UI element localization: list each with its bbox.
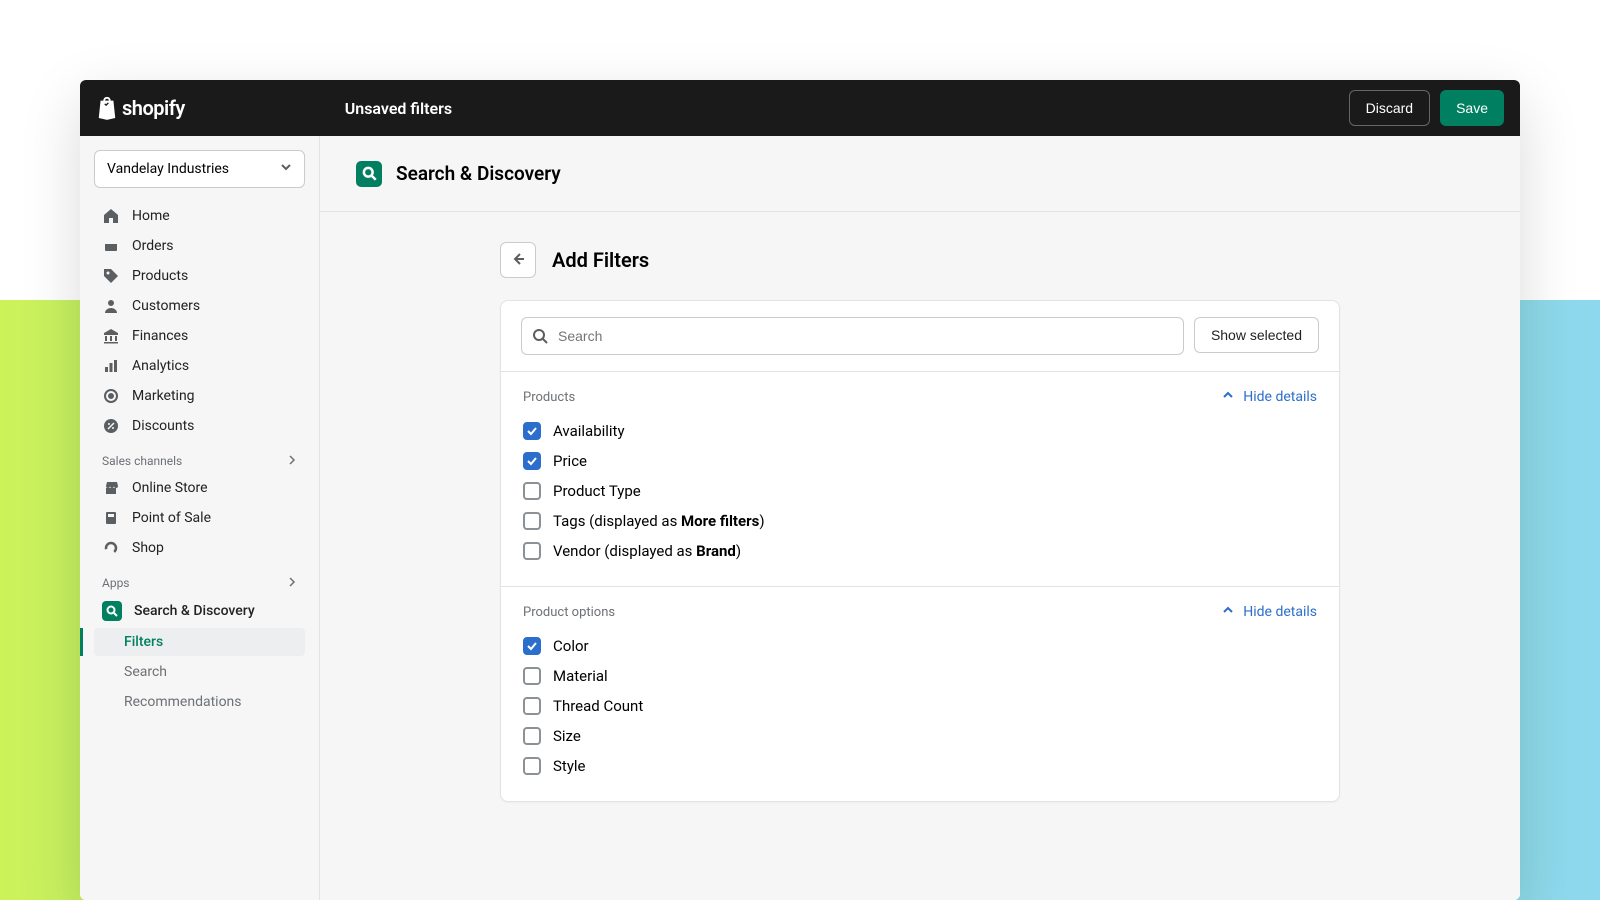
nav-shop[interactable]: Shop [94, 534, 305, 562]
nav-point-of-sale[interactable]: Point of Sale [94, 504, 305, 532]
discount-icon [102, 417, 120, 435]
nav-products[interactable]: Products [94, 262, 305, 290]
nav-search-discovery[interactable]: Search & Discovery [94, 596, 305, 626]
person-icon [102, 297, 120, 315]
nav-marketing[interactable]: Marketing [94, 382, 305, 410]
orders-icon [102, 237, 120, 255]
nav-sub-recommendations[interactable]: Recommendations [94, 688, 305, 716]
back-button[interactable] [500, 242, 536, 278]
checkbox-icon[interactable] [523, 667, 541, 685]
content: Search & Discovery Add Filters [320, 136, 1520, 900]
chevron-up-icon [1221, 388, 1235, 406]
filter-vendor[interactable]: Vendor (displayed as Brand) [523, 536, 1317, 566]
filter-thread-count[interactable]: Thread Count [523, 691, 1317, 721]
search-discovery-app-icon [102, 601, 122, 621]
search-discovery-app-icon [356, 161, 382, 187]
chevron-right-icon[interactable] [287, 454, 297, 468]
filter-size[interactable]: Size [523, 721, 1317, 751]
checkbox-icon[interactable] [523, 697, 541, 715]
save-button[interactable]: Save [1440, 90, 1504, 126]
sidebar: Vandelay Industries Home Orders Products… [80, 136, 320, 900]
page-title: Search & Discovery [396, 162, 561, 185]
checkbox-checked-icon[interactable] [523, 452, 541, 470]
home-icon [102, 207, 120, 225]
apps-label: Apps [94, 564, 305, 594]
topbar: shopify Unsaved filters Discard Save [80, 80, 1520, 136]
show-selected-button[interactable]: Show selected [1194, 317, 1319, 353]
nav-finances[interactable]: Finances [94, 322, 305, 350]
checkbox-icon[interactable] [523, 512, 541, 530]
chevron-down-icon [280, 161, 292, 177]
nav-home[interactable]: Home [94, 202, 305, 230]
bank-icon [102, 327, 120, 345]
search-icon [531, 327, 549, 349]
nav-customers[interactable]: Customers [94, 292, 305, 320]
store-name: Vandelay Industries [107, 161, 229, 177]
hide-details-link[interactable]: Hide details [1221, 388, 1317, 406]
nav-orders[interactable]: Orders [94, 232, 305, 260]
checkbox-icon[interactable] [523, 757, 541, 775]
nav-analytics[interactable]: Analytics [94, 352, 305, 380]
hide-details-link[interactable]: Hide details [1221, 603, 1317, 621]
pos-icon [102, 509, 120, 527]
app-window: shopify Unsaved filters Discard Save Van… [80, 80, 1520, 900]
nav-online-store[interactable]: Online Store [94, 474, 305, 502]
filter-price[interactable]: Price [523, 446, 1317, 476]
checkbox-icon[interactable] [523, 542, 541, 560]
nav-sub-search[interactable]: Search [94, 658, 305, 686]
shopify-logo: shopify [96, 96, 185, 120]
filters-card: Show selected Products Hide details [500, 300, 1340, 802]
target-icon [102, 387, 120, 405]
filter-color[interactable]: Color [523, 631, 1317, 661]
group-products-title: Products [523, 390, 575, 405]
tag-icon [102, 267, 120, 285]
filter-availability[interactable]: Availability [523, 416, 1317, 446]
subheader: Add Filters [500, 242, 1340, 278]
checkbox-icon[interactable] [523, 727, 541, 745]
card-search-row: Show selected [501, 301, 1339, 372]
group-options-title: Product options [523, 605, 615, 620]
filter-tags[interactable]: Tags (displayed as More filters) [523, 506, 1317, 536]
brand-text: shopify [122, 96, 185, 120]
arrow-left-icon [509, 250, 527, 271]
nav-discounts[interactable]: Discounts [94, 412, 305, 440]
nav-sub-filters[interactable]: Filters [94, 628, 305, 656]
topbar-title: Unsaved filters [345, 99, 452, 118]
store-icon [102, 479, 120, 497]
checkbox-checked-icon[interactable] [523, 422, 541, 440]
search-input[interactable] [521, 317, 1184, 355]
filter-product-type[interactable]: Product Type [523, 476, 1317, 506]
sub-title: Add Filters [552, 248, 649, 272]
store-selector[interactable]: Vandelay Industries [94, 150, 305, 188]
filter-style[interactable]: Style [523, 751, 1317, 781]
group-product-options: Product options Hide details Color [501, 587, 1339, 801]
shop-icon [102, 539, 120, 557]
checkbox-checked-icon[interactable] [523, 637, 541, 655]
chevron-up-icon [1221, 603, 1235, 621]
discard-button[interactable]: Discard [1349, 90, 1430, 126]
page-header: Search & Discovery [320, 136, 1520, 212]
chevron-right-icon[interactable] [287, 576, 297, 590]
shopify-bag-icon [96, 96, 118, 120]
analytics-icon [102, 357, 120, 375]
sales-channels-label: Sales channels [94, 442, 305, 472]
checkbox-icon[interactable] [523, 482, 541, 500]
group-products: Products Hide details Availability [501, 372, 1339, 587]
filter-material[interactable]: Material [523, 661, 1317, 691]
